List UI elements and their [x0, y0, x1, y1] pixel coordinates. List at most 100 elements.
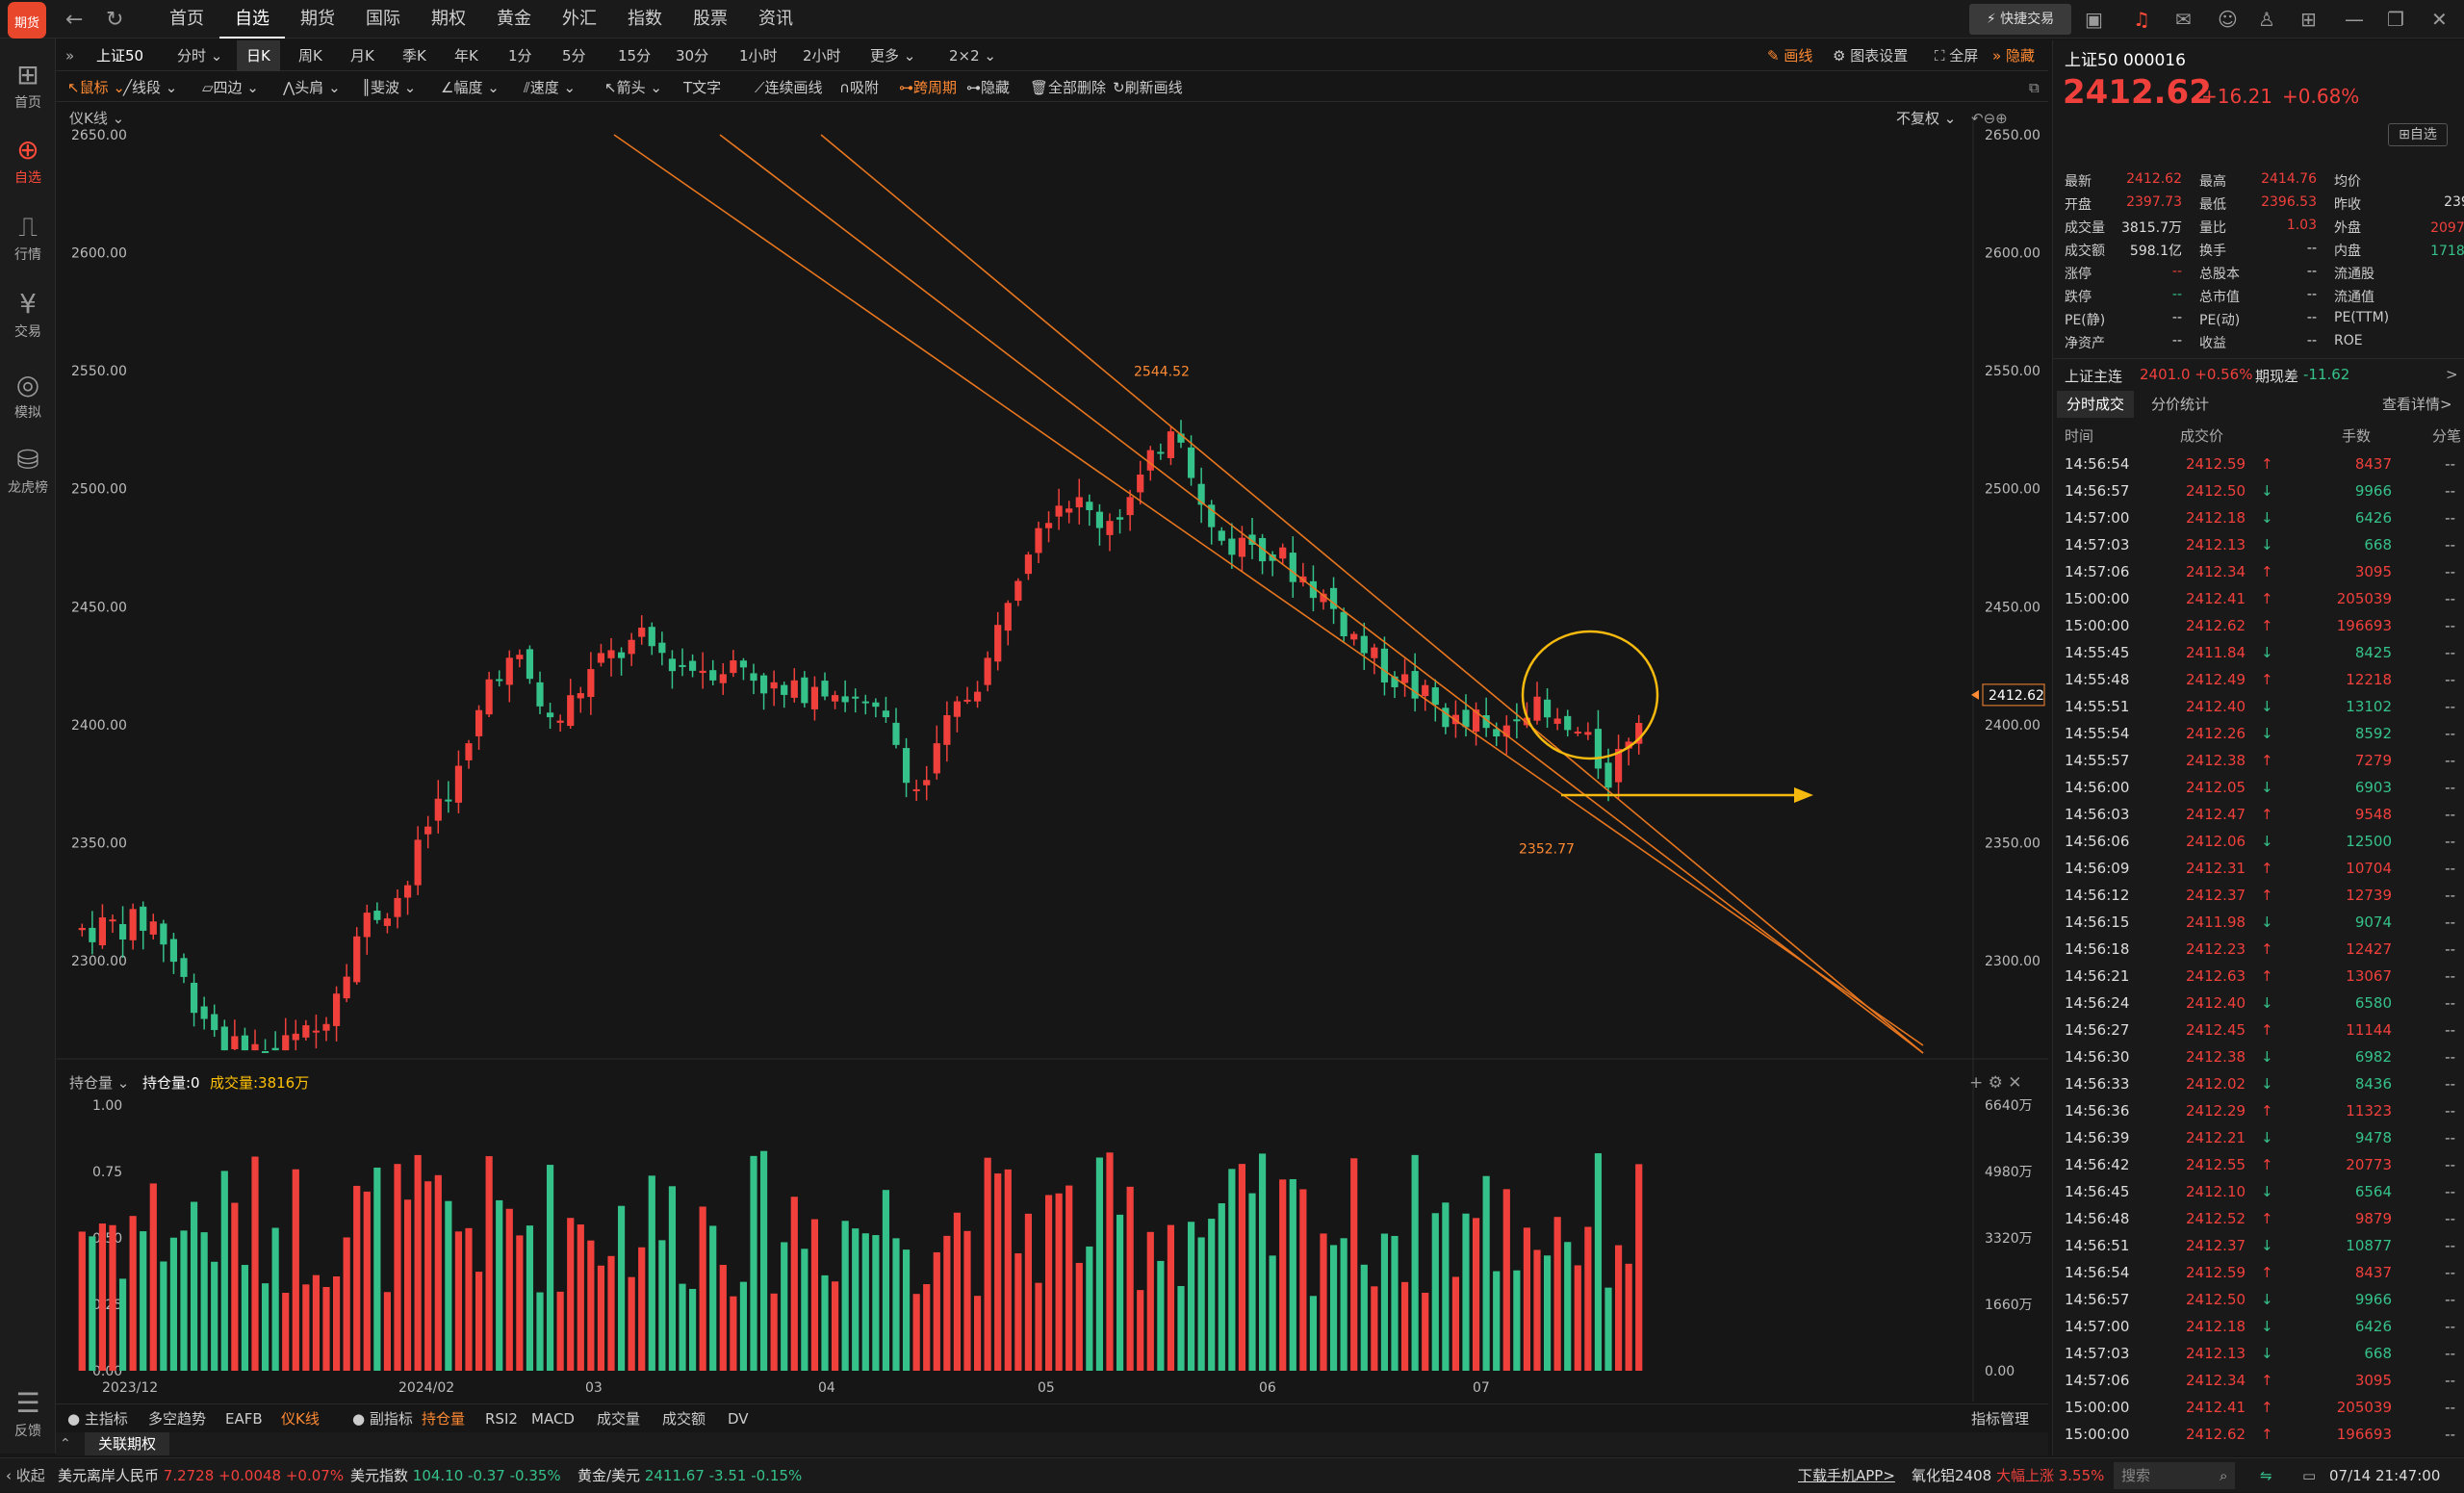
shirt-icon[interactable]: ♙ [2258, 8, 2275, 31]
period-11[interactable]: 2小时 [803, 40, 841, 71]
news-ticker[interactable]: 氧化铝2408 大幅上涨 3.55% [1912, 1458, 2104, 1493]
adjust-select[interactable]: 不复权 ⌄ [1896, 110, 1956, 127]
period-8[interactable]: 15分 [618, 40, 651, 71]
ticker-item[interactable]: 美元指数 104.10 -0.37 -0.35% [350, 1458, 561, 1493]
back-icon[interactable]: ← [65, 8, 83, 32]
period-3[interactable]: 月K [350, 40, 374, 71]
expand-icon[interactable]: ⌃ [60, 1432, 71, 1455]
main-indicator-label[interactable]: 仪K线 ⌄ [69, 110, 124, 127]
nav-item-4[interactable]: 期权 [416, 0, 481, 39]
draw-tool-6[interactable]: ⫽速度 ⌄ [524, 73, 576, 102]
ind-tab-1[interactable]: 多空趋势 [148, 1404, 206, 1433]
close-icon[interactable]: ✕ [2431, 8, 2448, 31]
nav-item-8[interactable]: 股票 [678, 0, 743, 39]
chart-area[interactable]: 仪K线 ⌄ 不复权 ⌄ ↶⊖⊕ 2650.00 2650.00 2600.00 2600.0… [56, 102, 2048, 1421]
period-5[interactable]: 年K [454, 40, 478, 71]
nav-item-3[interactable]: 国际 [350, 0, 416, 39]
draw-line-button[interactable]: ✎ 画线 [1767, 40, 1812, 71]
sub-pane-icons[interactable]: + ⚙ ✕ [1969, 1073, 2022, 1093]
draw-tool-2[interactable]: ▱四边 ⌄ [202, 73, 259, 102]
ind-tab-4[interactable]: ● 副指标 [352, 1404, 413, 1433]
favorite-button[interactable]: ⊞自选 [2388, 123, 2448, 146]
collapse-icon[interactable]: » [65, 40, 74, 71]
draw-tool-10[interactable]: ∩吸附 [839, 73, 879, 102]
sub-indicator-select[interactable]: 持仓量 ⌄ [69, 1074, 129, 1092]
refresh-icon[interactable]: ↻ [106, 8, 123, 32]
hide-button[interactable]: » 隐藏 [1992, 40, 2035, 71]
period-1[interactable]: 日K [237, 40, 280, 71]
kline-chart[interactable]: 仪K线 ⌄ 不复权 ⌄ ↶⊖⊕2650.00 2650.002600.00 2600.0… [56, 102, 2048, 1402]
bell-icon[interactable]: ♫ [2133, 8, 2150, 31]
apps-icon[interactable]: ⊞ [2300, 8, 2317, 31]
display-icon[interactable]: ▭ [2302, 1458, 2316, 1493]
draw-tool-4[interactable]: ║斐波 ⌄ [362, 73, 416, 102]
ind-tab-2[interactable]: EAFB [225, 1404, 263, 1433]
symbol-label[interactable]: 上证50 [96, 40, 143, 71]
search-icon[interactable]: ⌕ [2220, 1458, 2227, 1493]
period-6[interactable]: 1分 [508, 40, 532, 71]
draw-tool-12[interactable]: ⊶隐藏 [966, 73, 1010, 102]
period-13[interactable]: 2×2 ⌄ [949, 40, 996, 71]
nav-item-5[interactable]: 黄金 [481, 0, 547, 39]
sidebar-item-3[interactable]: ¥ 交易 [0, 287, 56, 341]
screen-icon[interactable]: ▣ [2085, 8, 2103, 31]
ind-tab-8[interactable]: 成交量 [597, 1404, 640, 1433]
related-options-tab[interactable]: 关联期权 [85, 1432, 170, 1455]
indicator-manage[interactable]: 指标管理 [1971, 1404, 2029, 1433]
period-12[interactable]: 更多 ⌄ [870, 40, 915, 71]
ticker-item[interactable]: 美元离岸人民币 7.2728 +0.0048 +0.07% [58, 1458, 344, 1493]
view-detail-link[interactable]: 查看详情> [2382, 391, 2452, 418]
draw-tool-8[interactable]: T文字 [683, 73, 721, 102]
sidebar-item-0[interactable]: ⊞ 首页 [0, 58, 56, 112]
sidebar-item-2[interactable]: ⎍ 行情 [0, 210, 56, 264]
minimize-icon[interactable]: — [2345, 8, 2364, 31]
draw-tool-13[interactable]: 🗑全部删除 [1030, 73, 1106, 102]
nav-item-9[interactable]: 资讯 [743, 0, 808, 39]
period-0[interactable]: 分时 ⌄ [177, 40, 222, 71]
nav-item-6[interactable]: 外汇 [547, 0, 612, 39]
search-input[interactable]: 搜索 [2114, 1462, 2235, 1489]
draw-tool-9[interactable]: ⟋连续画线 [755, 73, 823, 102]
chevron-right-icon[interactable]: > [2446, 366, 2458, 383]
ind-tab-10[interactable]: DV [728, 1404, 749, 1433]
period-2[interactable]: 周K [298, 40, 322, 71]
sidebar-item-5[interactable]: ⛁ 龙虎榜 [0, 443, 56, 497]
sidebar-item-6[interactable]: ☰ 反馈 [0, 1386, 56, 1440]
period-9[interactable]: 30分 [676, 40, 708, 71]
nav-item-0[interactable]: 首页 [154, 0, 219, 39]
draw-tool-0[interactable]: ↖鼠标 ⌄ [67, 73, 125, 102]
collapse-button[interactable]: ‹ 收起 [6, 1458, 45, 1493]
nav-item-1[interactable]: 自选 [219, 0, 285, 39]
draw-tool-11[interactable]: ⊶跨周期 [899, 73, 957, 102]
ind-tab-5[interactable]: 持仓量 [422, 1404, 465, 1433]
draw-tool-14[interactable]: ↻刷新画线 [1113, 73, 1183, 102]
tab-time-sales[interactable]: 分时成交 [2057, 391, 2135, 418]
user-icon[interactable]: ☺ [2218, 8, 2238, 31]
ind-tab-7[interactable]: MACD [531, 1404, 575, 1433]
zoom-icons[interactable]: ↶⊖⊕ [1971, 110, 2008, 127]
period-10[interactable]: 1小时 [739, 40, 778, 71]
quick-trade-button[interactable]: ⚡ 快捷交易 [1969, 4, 2071, 35]
main-contract-label[interactable]: 上证主连 [2065, 366, 2122, 386]
draw-tool-1[interactable]: ╱线段 ⌄ [123, 73, 177, 102]
download-app-link[interactable]: 下载手机APP> [1798, 1458, 1895, 1493]
sidebar-item-4[interactable]: ◎ 模拟 [0, 368, 56, 422]
tab-price-stats[interactable]: 分价统计 [2151, 391, 2209, 418]
nav-item-2[interactable]: 期货 [285, 0, 350, 39]
sidebar-item-1[interactable]: ⊕ 自选 [0, 133, 56, 187]
ind-tab-9[interactable]: 成交额 [662, 1404, 706, 1433]
ind-tab-0[interactable]: ● 主指标 [67, 1404, 128, 1433]
fullscreen-button[interactable]: ⛶ 全屏 [1935, 40, 1978, 71]
ind-tab-3[interactable]: 仪K线 [281, 1404, 320, 1433]
draw-tool-7[interactable]: ↖箭头 ⌄ [604, 73, 662, 102]
period-4[interactable]: 季K [402, 40, 426, 71]
restore-icon[interactable]: ❐ [2387, 8, 2404, 31]
chart-settings-button[interactable]: ⚙ 图表设置 [1833, 40, 1908, 71]
nav-item-7[interactable]: 指数 [612, 0, 678, 39]
ind-tab-6[interactable]: RSI2 [485, 1404, 518, 1433]
period-7[interactable]: 5分 [562, 40, 586, 71]
mail-icon[interactable]: ✉ [2175, 8, 2192, 31]
draw-tool-5[interactable]: ∠幅度 ⌄ [441, 73, 500, 102]
draw-tool-3[interactable]: ⋀头肩 ⌄ [283, 73, 341, 102]
ticker-item[interactable]: 黄金/美元 2411.67 -3.51 -0.15% [578, 1458, 802, 1493]
